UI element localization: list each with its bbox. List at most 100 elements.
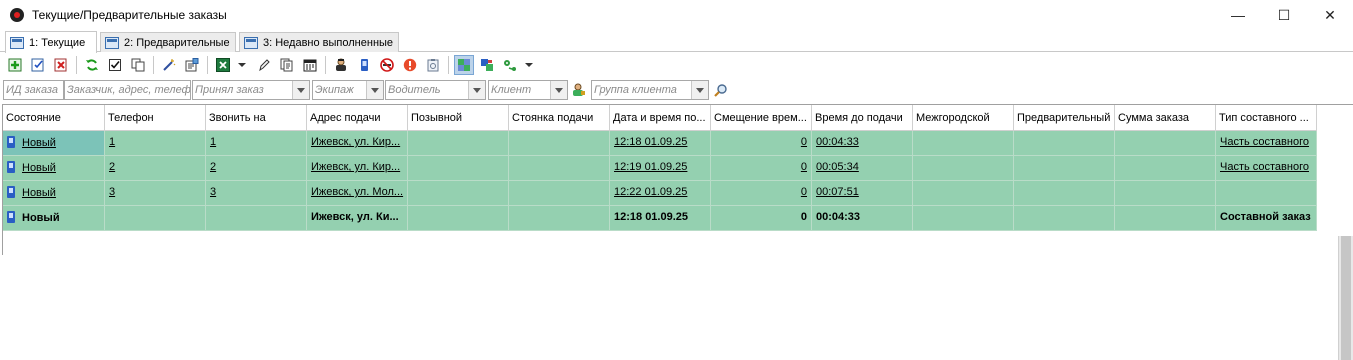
no-smoking-button[interactable] bbox=[377, 55, 397, 75]
cell-pickup-stand[interactable] bbox=[509, 156, 610, 181]
customer-address-phone-input[interactable]: Заказчик, адрес, телефон bbox=[64, 80, 191, 100]
cell-composite-type[interactable]: Часть составного bbox=[1216, 131, 1317, 156]
cell-intercity[interactable] bbox=[913, 156, 1014, 181]
cell-order-sum[interactable] bbox=[1115, 206, 1216, 231]
maximize-button[interactable]: ☐ bbox=[1261, 0, 1307, 30]
header-col-preliminary[interactable]: Предварительный bbox=[1014, 105, 1115, 131]
table-row[interactable]: Новый 2 2 Ижевск, ул. Кир... 12:19 01.09.25 0… bbox=[3, 156, 1317, 181]
table-row[interactable]: Новый 3 3 Ижевск, ул. Мол... 12:22 01.09.25 0… bbox=[3, 181, 1317, 206]
table-row[interactable]: Новый 1 1 Ижевск, ул. Кир... 12:18 01.09.25 0… bbox=[3, 131, 1317, 156]
add-order-button[interactable] bbox=[5, 55, 25, 75]
cell-pickup-stand[interactable] bbox=[509, 181, 610, 206]
calendar-button[interactable] bbox=[300, 55, 320, 75]
client-dropdown-icon[interactable] bbox=[550, 81, 567, 99]
cell-time-offset[interactable]: 0 bbox=[711, 181, 812, 206]
cell-phone[interactable] bbox=[105, 206, 206, 231]
order-id-input[interactable]: ИД заказа bbox=[3, 80, 64, 100]
cell-call-to[interactable]: 3 bbox=[206, 181, 307, 206]
cell-phone[interactable]: 2 bbox=[105, 156, 206, 181]
cell-time-to-pickup[interactable]: 00:04:33 bbox=[812, 206, 913, 231]
header-col-composite-type[interactable]: Тип составного ... bbox=[1216, 105, 1317, 131]
cell-time-offset[interactable]: 0 bbox=[711, 156, 812, 181]
cell-callsign[interactable] bbox=[408, 181, 509, 206]
cell-order-sum[interactable] bbox=[1115, 131, 1216, 156]
cell-call-to[interactable] bbox=[206, 206, 307, 231]
search-button[interactable] bbox=[711, 80, 731, 100]
header-col-status[interactable]: Состояние bbox=[3, 105, 105, 131]
cell-datetime[interactable]: 12:19 01.09.25 bbox=[610, 156, 711, 181]
cell-call-to[interactable]: 2 bbox=[206, 156, 307, 181]
check-button[interactable] bbox=[105, 55, 125, 75]
wand-button[interactable] bbox=[159, 55, 179, 75]
driver-dropdown-icon[interactable] bbox=[468, 81, 485, 99]
driver-button[interactable] bbox=[331, 55, 351, 75]
cell-status[interactable]: Новый bbox=[3, 206, 105, 231]
cell-pickup-address[interactable]: Ижевск, ул. Ки... bbox=[307, 206, 408, 231]
cell-order-sum[interactable] bbox=[1115, 181, 1216, 206]
header-col-intercity[interactable]: Межгородской bbox=[913, 105, 1014, 131]
route-button[interactable] bbox=[500, 55, 520, 75]
cell-pickup-address[interactable]: Ижевск, ул. Мол... bbox=[307, 181, 408, 206]
cell-pickup-address[interactable]: Ижевск, ул. Кир... bbox=[307, 156, 408, 181]
header-col-order-sum[interactable]: Сумма заказа bbox=[1115, 105, 1216, 131]
cell-preliminary[interactable] bbox=[1014, 206, 1115, 231]
cell-pickup-stand[interactable] bbox=[509, 206, 610, 231]
alert-button[interactable] bbox=[400, 55, 420, 75]
cell-intercity[interactable] bbox=[913, 206, 1014, 231]
header-col-callsign[interactable]: Позывной bbox=[408, 105, 509, 131]
edit-order-button[interactable] bbox=[28, 55, 48, 75]
crew-dropdown-icon[interactable] bbox=[366, 81, 383, 99]
close-button[interactable]: ✕ bbox=[1307, 0, 1353, 30]
cell-composite-type[interactable]: Часть составного bbox=[1216, 156, 1317, 181]
cell-intercity[interactable] bbox=[913, 131, 1014, 156]
accepted-by-dropdown-icon[interactable] bbox=[292, 81, 309, 99]
header-col-time-offset[interactable]: Смещение врем... bbox=[711, 105, 812, 131]
cell-status[interactable]: Новый bbox=[3, 131, 105, 156]
route-dropdown-arrow-icon[interactable] bbox=[525, 63, 533, 67]
cell-status[interactable]: Новый bbox=[3, 181, 105, 206]
documents-button[interactable] bbox=[277, 55, 297, 75]
header-col-phone[interactable]: Телефон bbox=[105, 105, 206, 131]
cell-phone[interactable]: 3 bbox=[105, 181, 206, 206]
cell-datetime[interactable]: 12:18 01.09.25 bbox=[610, 206, 711, 231]
phone-button[interactable] bbox=[354, 55, 374, 75]
group-button[interactable] bbox=[477, 55, 497, 75]
cell-order-sum[interactable] bbox=[1115, 156, 1216, 181]
cell-preliminary[interactable] bbox=[1014, 156, 1115, 181]
cell-time-offset[interactable]: 0 bbox=[711, 206, 812, 231]
cell-preliminary[interactable] bbox=[1014, 181, 1115, 206]
copy-button[interactable] bbox=[128, 55, 148, 75]
excel-export-button[interactable] bbox=[213, 55, 233, 75]
tab-current[interactable]: 1: Текущие bbox=[5, 31, 97, 53]
cell-callsign[interactable] bbox=[408, 206, 509, 231]
cell-pickup-address[interactable]: Ижевск, ул. Кир... bbox=[307, 131, 408, 156]
cell-phone[interactable]: 1 bbox=[105, 131, 206, 156]
clipboard-button[interactable] bbox=[423, 55, 443, 75]
cell-callsign[interactable] bbox=[408, 156, 509, 181]
cell-callsign[interactable] bbox=[408, 131, 509, 156]
client-group-dropdown-icon[interactable] bbox=[691, 81, 708, 99]
cell-preliminary[interactable] bbox=[1014, 131, 1115, 156]
header-col-datetime[interactable]: Дата и время по... bbox=[610, 105, 711, 131]
cell-time-to-pickup[interactable]: 00:05:34 bbox=[812, 156, 913, 181]
pen-button[interactable] bbox=[254, 55, 274, 75]
client-group-button[interactable] bbox=[569, 80, 589, 100]
cell-time-to-pickup[interactable]: 00:04:33 bbox=[812, 131, 913, 156]
header-col-pickup-stand[interactable]: Стоянка подачи bbox=[509, 105, 610, 131]
cell-composite-type[interactable] bbox=[1216, 181, 1317, 206]
cell-status[interactable]: Новый bbox=[3, 156, 105, 181]
cell-composite-type[interactable]: Составной заказ bbox=[1216, 206, 1317, 231]
cell-time-to-pickup[interactable]: 00:07:51 bbox=[812, 181, 913, 206]
tab-preliminary[interactable]: 2: Предварительные bbox=[100, 32, 236, 52]
header-col-pickup-address[interactable]: Адрес подачи bbox=[307, 105, 408, 131]
cell-intercity[interactable] bbox=[913, 181, 1014, 206]
cell-datetime[interactable]: 12:18 01.09.25 bbox=[610, 131, 711, 156]
cell-datetime[interactable]: 12:22 01.09.25 bbox=[610, 181, 711, 206]
cell-call-to[interactable]: 1 bbox=[206, 131, 307, 156]
grid-settings-button[interactable] bbox=[454, 55, 474, 75]
minimize-button[interactable]: — bbox=[1215, 0, 1261, 30]
delete-order-button[interactable] bbox=[51, 55, 71, 75]
header-col-call-to[interactable]: Звонить на bbox=[206, 105, 307, 131]
header-col-time-to-pickup[interactable]: Время до подачи bbox=[812, 105, 913, 131]
composite-order-row[interactable]: Новый Ижевск, ул. Ки... 12:18 01.09.25 0 00:… bbox=[3, 206, 1317, 231]
